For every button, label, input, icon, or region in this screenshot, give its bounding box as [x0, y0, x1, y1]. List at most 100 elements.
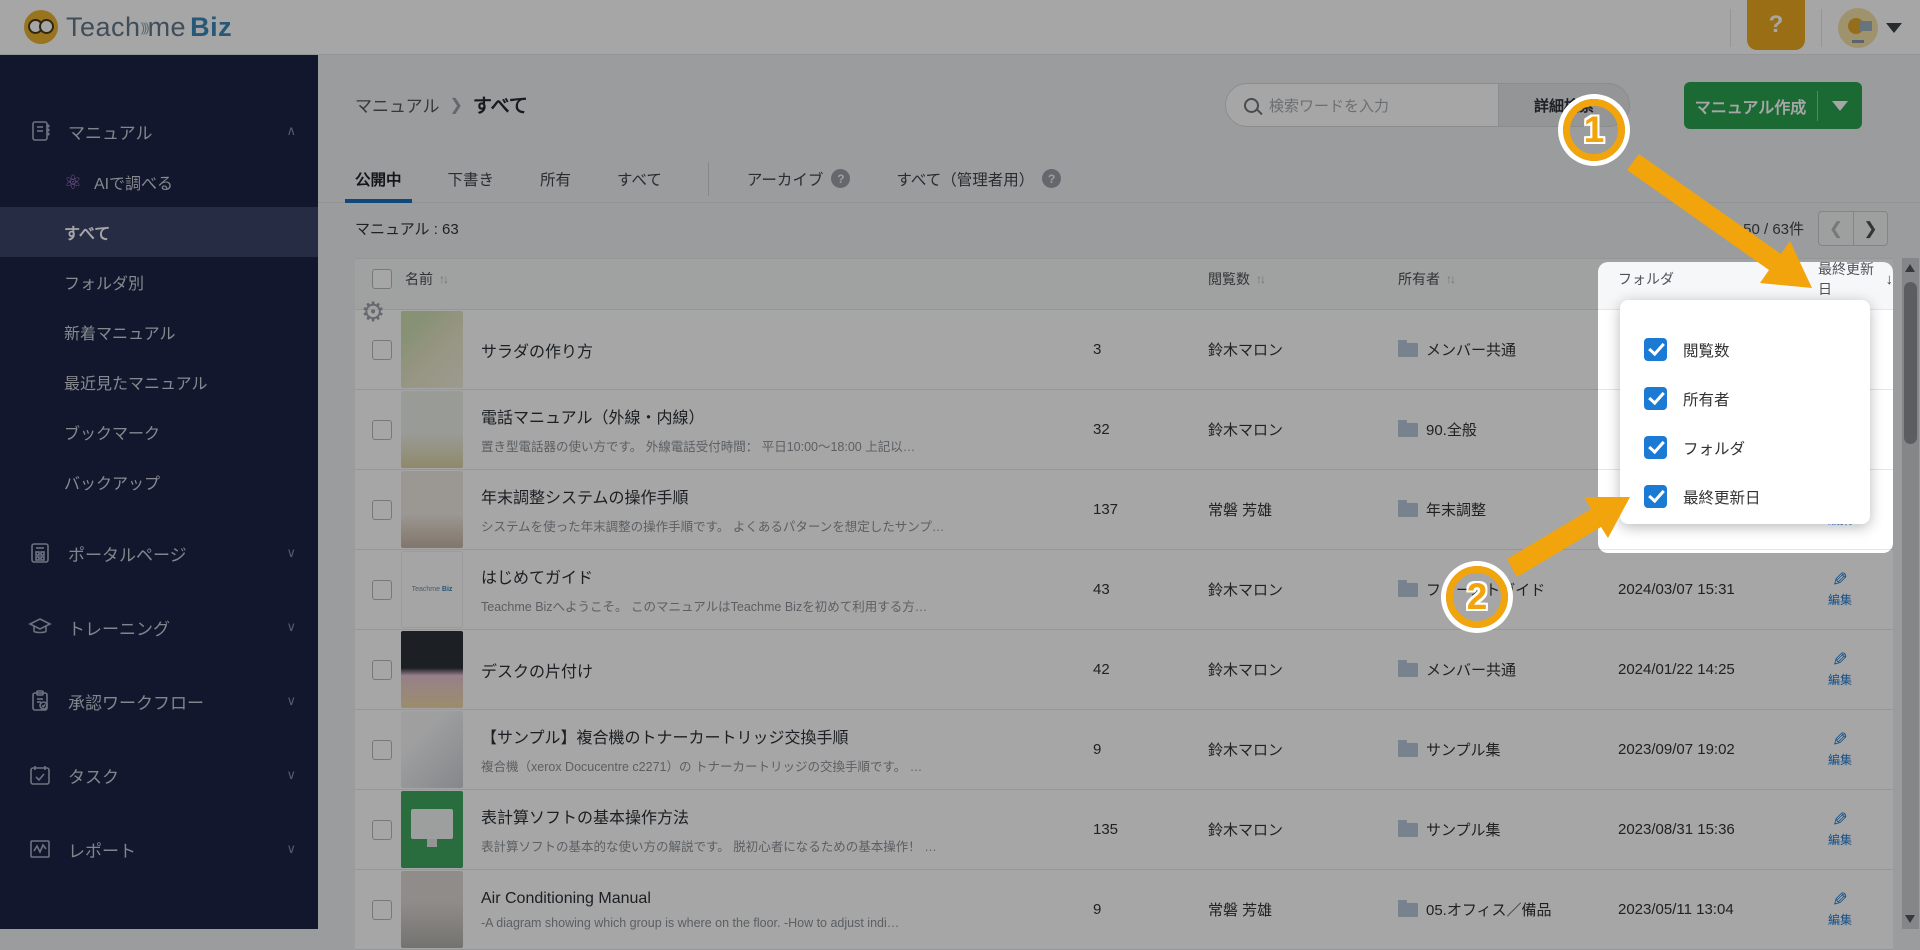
avatar[interactable]	[1838, 8, 1878, 48]
folder-cell[interactable]: ファーストガイド	[1398, 579, 1618, 600]
sidebar-item-all[interactable]: すべて	[0, 207, 318, 257]
row-checkbox[interactable]	[372, 740, 392, 760]
help-circle-icon[interactable]: ?	[831, 169, 850, 188]
prev-page-button[interactable]: ❮	[1818, 211, 1853, 246]
sidebar-item-tasks[interactable]: タスク ∨	[0, 749, 318, 801]
tab-owned[interactable]: 所有	[540, 155, 571, 203]
row-checkbox[interactable]	[372, 340, 392, 360]
manual-thumbnail[interactable]	[401, 871, 463, 948]
manual-thumbnail[interactable]	[401, 791, 463, 868]
row-checkbox[interactable]	[372, 580, 392, 600]
panel-option-views[interactable]: 閲覧数	[1620, 325, 1870, 374]
checkbox-checked-icon[interactable]	[1644, 387, 1667, 410]
folder-cell[interactable]: 05.オフィス／備品	[1398, 899, 1618, 920]
panel-option-updated[interactable]: 最終更新日	[1620, 472, 1870, 521]
sidebar-item-new-manuals[interactable]: 新着マニュアル	[0, 307, 318, 357]
create-manual-dropdown[interactable]	[1818, 101, 1862, 111]
column-settings-gear-icon[interactable]: ⚙	[361, 299, 401, 326]
checkbox-checked-icon[interactable]	[1644, 485, 1667, 508]
folder-cell[interactable]: メンバー共通	[1398, 659, 1618, 680]
help-circle-icon[interactable]: ?	[1042, 169, 1061, 188]
scroll-down-arrow-icon[interactable]	[1905, 915, 1915, 923]
sidebar-item-ai-search[interactable]: ⚛ AIで調べる	[0, 157, 318, 207]
row-checkbox[interactable]	[372, 900, 392, 920]
tab-all-admin[interactable]: すべて（管理者用）?	[896, 155, 1061, 203]
manual-title[interactable]: はじめてガイド	[481, 564, 1093, 588]
sort-icon[interactable]: ↑↓	[1256, 272, 1264, 286]
manual-title[interactable]: 【サンプル】複合機のトナーカートリッジ交換手順	[481, 724, 1093, 748]
sidebar-item-approval-workflow[interactable]: 承認ワークフロー ∨	[0, 675, 318, 727]
table-row[interactable]: 表計算ソフトの基本操作方法表計算ソフトの基本的な使い方の解説です。 脱初心者にな…	[355, 790, 1893, 870]
next-page-button[interactable]: ❯	[1853, 211, 1888, 246]
manual-title[interactable]: 年末調整システムの操作手順	[481, 484, 1093, 508]
table-row[interactable]: 【サンプル】複合機のトナーカートリッジ交換手順複合機（xerox Docucen…	[355, 710, 1893, 790]
chevron-down-icon[interactable]: ∨	[286, 841, 296, 857]
sidebar-item-by-folder[interactable]: フォルダ別	[0, 257, 318, 307]
checkbox-checked-icon[interactable]	[1644, 436, 1667, 459]
manual-title[interactable]: 表計算ソフトの基本操作方法	[481, 804, 1093, 828]
user-menu[interactable]	[1838, 8, 1902, 48]
panel-option-owner[interactable]: 所有者	[1620, 374, 1870, 423]
folder-cell[interactable]: サンプル集	[1398, 819, 1618, 840]
manual-title[interactable]: サラダの作り方	[481, 338, 1093, 362]
chevron-down-icon[interactable]: ∨	[286, 767, 296, 783]
checkbox-checked-icon[interactable]	[1644, 338, 1667, 361]
help-button[interactable]: ?	[1747, 0, 1805, 50]
create-manual-button[interactable]: マニュアル作成	[1684, 82, 1862, 129]
column-header-views[interactable]: 閲覧数↑↓	[1208, 269, 1398, 289]
scroll-up-arrow-icon[interactable]	[1905, 264, 1915, 272]
chevron-up-icon[interactable]: ∧	[286, 123, 296, 139]
manual-thumbnail[interactable]	[401, 471, 463, 548]
sidebar-item-reports[interactable]: レポート ∨	[0, 823, 318, 875]
row-checkbox[interactable]	[372, 660, 392, 680]
manual-thumbnail[interactable]	[401, 631, 463, 708]
sidebar-item-backup[interactable]: バックアップ	[0, 457, 318, 507]
sidebar-item-recently-viewed[interactable]: 最近見たマニュアル	[0, 357, 318, 407]
sort-icon[interactable]: ↑↓	[439, 272, 447, 286]
chevron-down-icon[interactable]: ∨	[286, 693, 296, 709]
panel-option-folder[interactable]: フォルダ	[1620, 423, 1870, 472]
edit-button[interactable]: ✎編集	[1818, 731, 1862, 768]
column-header-name[interactable]: 名前↑↓	[401, 269, 1093, 289]
scrollbar-thumb[interactable]	[1904, 282, 1917, 444]
row-checkbox[interactable]	[372, 420, 392, 440]
column-header-updated[interactable]: 最終更新日↓	[1818, 259, 1893, 299]
sort-icon[interactable]: ↑↓	[1446, 272, 1454, 286]
column-header-folder[interactable]: フォルダ	[1618, 269, 1818, 289]
chevron-down-icon[interactable]: ∨	[286, 545, 296, 561]
search-input[interactable]: 検索ワードを入力	[1269, 95, 1499, 116]
table-row[interactable]: Air Conditioning Manual-A diagram showin…	[355, 870, 1893, 950]
sidebar-item-manual[interactable]: マニュアル ∧	[0, 105, 318, 157]
manual-title[interactable]: 電話マニュアル（外線・内線）	[481, 404, 1093, 428]
breadcrumb-parent[interactable]: マニュアル	[355, 92, 440, 117]
edit-button[interactable]: ✎編集	[1818, 891, 1862, 928]
tab-published[interactable]: 公開中	[355, 155, 402, 203]
table-row[interactable]: Teachme Biz はじめてガイドTeachme Bizへようこそ。 このマ…	[355, 550, 1893, 630]
manual-title[interactable]: デスクの片付け	[481, 658, 1093, 682]
folder-cell[interactable]: サンプル集	[1398, 739, 1618, 760]
folder-cell[interactable]: 年末調整	[1398, 499, 1618, 520]
row-checkbox[interactable]	[372, 500, 392, 520]
edit-button[interactable]: ✎編集	[1818, 651, 1862, 688]
sidebar-item-bookmarks[interactable]: ブックマーク	[0, 407, 318, 457]
manual-title[interactable]: Air Conditioning Manual	[481, 890, 1093, 908]
tab-all[interactable]: すべて	[617, 155, 662, 203]
folder-cell[interactable]: メンバー共通	[1398, 339, 1618, 360]
edit-button[interactable]: ✎編集	[1818, 811, 1862, 848]
chevron-down-icon[interactable]: ∨	[286, 619, 296, 635]
folder-cell[interactable]: 90.全般	[1398, 419, 1618, 440]
sidebar-item-portal-pages[interactable]: ポータルページ ∨	[0, 527, 318, 579]
select-all-checkbox[interactable]	[372, 269, 392, 289]
tab-archive[interactable]: アーカイブ?	[747, 155, 851, 203]
column-header-owner[interactable]: 所有者↑↓	[1398, 269, 1618, 289]
manual-thumbnail[interactable]	[401, 711, 463, 788]
sort-desc-icon[interactable]: ↓	[1886, 271, 1894, 288]
manual-thumbnail[interactable]	[401, 391, 463, 468]
vertical-scrollbar[interactable]	[1902, 258, 1919, 929]
tab-draft[interactable]: 下書き	[448, 155, 495, 203]
manual-thumbnail[interactable]: Teachme Biz	[401, 551, 463, 628]
row-checkbox[interactable]	[372, 820, 392, 840]
sidebar-item-training[interactable]: トレーニング ∨	[0, 601, 318, 653]
manual-thumbnail[interactable]	[401, 311, 463, 388]
edit-button[interactable]: ✎編集	[1818, 571, 1862, 608]
